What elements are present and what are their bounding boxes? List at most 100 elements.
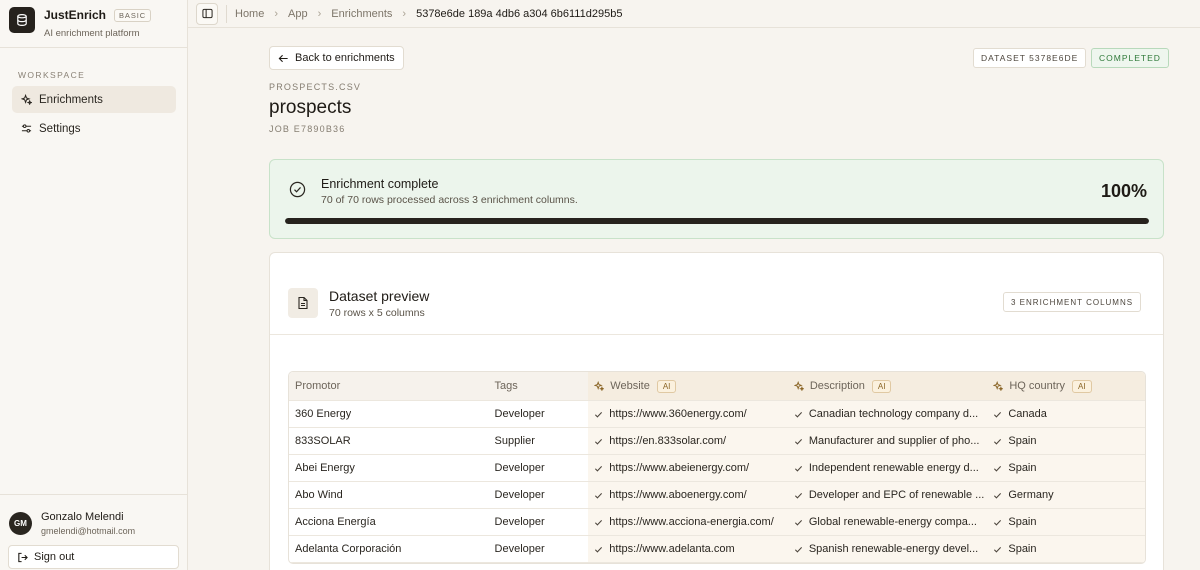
check-icon [994,519,1002,526]
table-cell: Canada [987,401,1145,427]
breadcrumb-enrichments[interactable]: Enrichments [331,8,392,20]
check-icon [595,438,603,445]
cell-value: Developer [494,408,545,420]
table-row[interactable]: 833SOLAR Supplier https://en.833solar.com/… [289,428,1145,455]
breadcrumb-home[interactable]: Home [235,8,264,20]
column-header-label: Tags [494,380,518,392]
table-cell: https://www.adelanta.com [588,536,788,562]
sidebar-item-enrichments[interactable]: Enrichments [12,86,176,113]
cell-value: https://www.aboenergy.com/ [609,489,747,501]
cell-value: Supplier [494,435,535,447]
table-cell: Spain [987,509,1145,535]
table-cell: Developer [489,401,589,427]
table-row[interactable]: Abei Energy Developer https://www.abeiener… [289,455,1145,482]
arrow-left-icon [278,54,288,62]
table-row[interactable]: 360 Energy Developer https://www.360energy… [289,401,1145,428]
cell-value: Canadian technology company d... [808,408,979,420]
cell-value: https://www.adelanta.com [609,543,735,555]
top-bar: Home › App › Enrichments › 5378e6de 189a… [188,0,1200,28]
table-cell: https://www.acciona-energia.com/ [588,509,788,535]
page-title: prospects [269,97,352,118]
table-cell: Abei Energy [289,455,489,481]
dataset-preview-card: Dataset preview 70 rows x 5 columns 3 EN… [269,252,1164,570]
cell-value: Developer [494,489,545,501]
column-header-promotor[interactable]: Promotor [289,372,489,400]
dataset-id-badge: DATASET 5378E6DE [973,48,1087,68]
table-cell: Abo Wind [289,482,489,508]
check-icon [994,411,1002,418]
sparkles-icon [21,94,32,105]
column-header-label: Website [610,380,650,392]
sign-out-button[interactable]: Sign out [8,545,179,569]
preview-divider [270,334,1163,335]
sidebar-item-settings[interactable]: Settings [12,115,176,142]
user-name: Gonzalo Melendi [41,511,124,523]
table-cell: 833SOLAR [289,428,489,454]
table-row[interactable]: Abo Wind Developer https://www.aboenergy.c… [289,482,1145,509]
table-cell: Developer [489,482,589,508]
brand-subtitle: AI enrichment platform [44,28,140,39]
breadcrumb-current: 5378e6de 189a 4db6 a304 6b6111d295b5 [416,7,623,20]
table-cell: Spanish renewable-energy devel... [787,536,988,562]
file-name-label: PROSPECTS.CSV [269,82,362,92]
sidebar-toggle-icon [201,8,213,19]
sidebar-item-label: Settings [39,122,81,135]
table-cell: Global renewable-energy compa... [787,509,988,535]
table-cell: Adelanta Corporación [289,536,489,562]
workspace-label: WORKSPACE [18,70,86,80]
cell-value: Developer [494,543,545,555]
breadcrumb-app[interactable]: App [288,8,308,20]
sidebar-toggle-button[interactable] [196,2,218,25]
table-cell: Manufacturer and supplier of pho... [787,428,988,454]
preview-subtitle: 70 rows x 5 columns [329,307,425,319]
dataset-table: Promotor Tags Website AI Description AI HQ cou… [288,371,1146,564]
column-header-label: Description [809,380,865,392]
check-icon [994,465,1002,472]
progress-percent: 100% [1100,181,1147,201]
check-icon [595,411,603,418]
chevron-right-icon: › [402,7,407,20]
table-cell: Developer and EPC of renewable ... [787,482,988,508]
enrichment-columns-badge: 3 ENRICHMENT COLUMNS [1003,292,1142,312]
table-cell: Supplier [489,428,589,454]
cell-value: Spanish renewable-energy devel... [808,543,979,555]
cell-value: Developer and EPC of renewable ... [808,489,985,501]
cell-value: 360 Energy [295,408,352,420]
column-header-tags[interactable]: Tags [489,372,589,400]
sidebar-item-label: Enrichments [39,93,103,106]
cell-value: Acciona Energía [295,516,376,528]
progress-bar [285,218,1149,224]
table-cell: Spain [987,455,1145,481]
table-row[interactable]: Acciona Energía Developer https://www.acci… [289,509,1145,536]
sidebar-divider [0,494,188,495]
column-header-website[interactable]: Website AI [588,372,788,400]
chevron-right-icon: › [274,7,279,20]
cell-value: Canada [1008,408,1047,420]
breadcrumb: Home › App › Enrichments › 5378e6de 189a… [235,8,622,20]
sparkles-icon [793,381,804,391]
brand[interactable]: JustEnrich BASIC AI enrichment platform [9,7,152,39]
table-row[interactable]: Adelanta Corporación Developer https://www… [289,536,1145,563]
table-cell: 360 Energy [289,401,489,427]
check-icon [595,519,603,526]
column-header-label: Promotor [295,380,341,392]
cell-value: Global renewable-energy compa... [808,516,977,528]
cell-value: Adelanta Corporación [295,543,402,555]
cell-value: https://www.360energy.com/ [609,408,747,420]
user-profile[interactable]: GM Gonzalo Melendi gmelendi@hotmail.com [9,511,135,536]
check-icon [794,519,802,526]
cell-value: Independent renewable energy d... [808,462,979,474]
column-header-hq-country[interactable]: HQ country AI [987,372,1145,400]
cell-value: https://www.acciona-energia.com/ [609,516,774,528]
preview-title: Dataset preview [329,288,430,304]
column-header-description[interactable]: Description AI [787,372,988,400]
check-icon [794,438,802,445]
back-to-enrichments-button[interactable]: Back to enrichments [269,46,404,70]
check-icon [994,546,1002,553]
table-cell: https://www.aboenergy.com/ [588,482,788,508]
ai-badge: AI [1072,379,1092,393]
enrichment-progress-card: Enrichment complete 70 of 70 rows proces… [269,159,1164,239]
check-icon [994,438,1002,445]
job-id-label: JOB E7890B36 [269,124,346,134]
table-cell: Developer [489,455,589,481]
